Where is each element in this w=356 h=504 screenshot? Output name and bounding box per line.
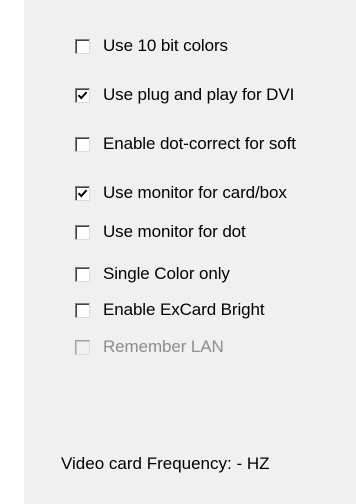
option-enable-dot-correct[interactable]: Enable dot-correct for soft (75, 133, 296, 155)
option-label: Enable ExCard Bright (103, 300, 265, 319)
option-label: Use monitor for card/box (103, 183, 287, 202)
option-label: Enable dot-correct for soft (103, 134, 296, 153)
option-label: Use 10 bit colors (103, 36, 228, 55)
checkmark-icon (77, 189, 88, 197)
option-use-10-bit-colors[interactable]: Use 10 bit colors (75, 35, 228, 57)
option-label: Use monitor for dot (103, 222, 246, 241)
checkbox-use-plug-and-play-dvi[interactable] (75, 87, 90, 103)
option-single-color-only[interactable]: Single Color only (75, 263, 230, 285)
option-label: Remember LAN (103, 337, 224, 356)
checkbox-use-monitor-for-dot[interactable] (75, 224, 90, 240)
checkbox-use-10-bit-colors[interactable] (75, 38, 90, 54)
checkbox-remember-lan (75, 339, 90, 355)
checkmark-icon (77, 91, 88, 99)
checkbox-single-color-only[interactable] (75, 266, 90, 282)
option-label: Single Color only (103, 264, 230, 283)
option-use-plug-and-play-dvi[interactable]: Use plug and play for DVI (75, 84, 294, 106)
checkbox-enable-excard-bright[interactable] (75, 302, 90, 318)
video-card-frequency-label: Video card Frequency: - HZ (61, 454, 270, 473)
option-label: Use plug and play for DVI (103, 85, 295, 104)
checkbox-use-monitor-card-box[interactable] (75, 185, 90, 201)
option-use-monitor-card-box[interactable]: Use monitor for card/box (75, 182, 287, 204)
settings-panel: Use 10 bit colors Use plug and play for … (24, 0, 356, 504)
checkbox-enable-dot-correct[interactable] (75, 136, 90, 152)
option-enable-excard-bright[interactable]: Enable ExCard Bright (75, 299, 265, 321)
option-remember-lan: Remember LAN (75, 336, 224, 358)
option-use-monitor-for-dot[interactable]: Use monitor for dot (75, 221, 246, 243)
